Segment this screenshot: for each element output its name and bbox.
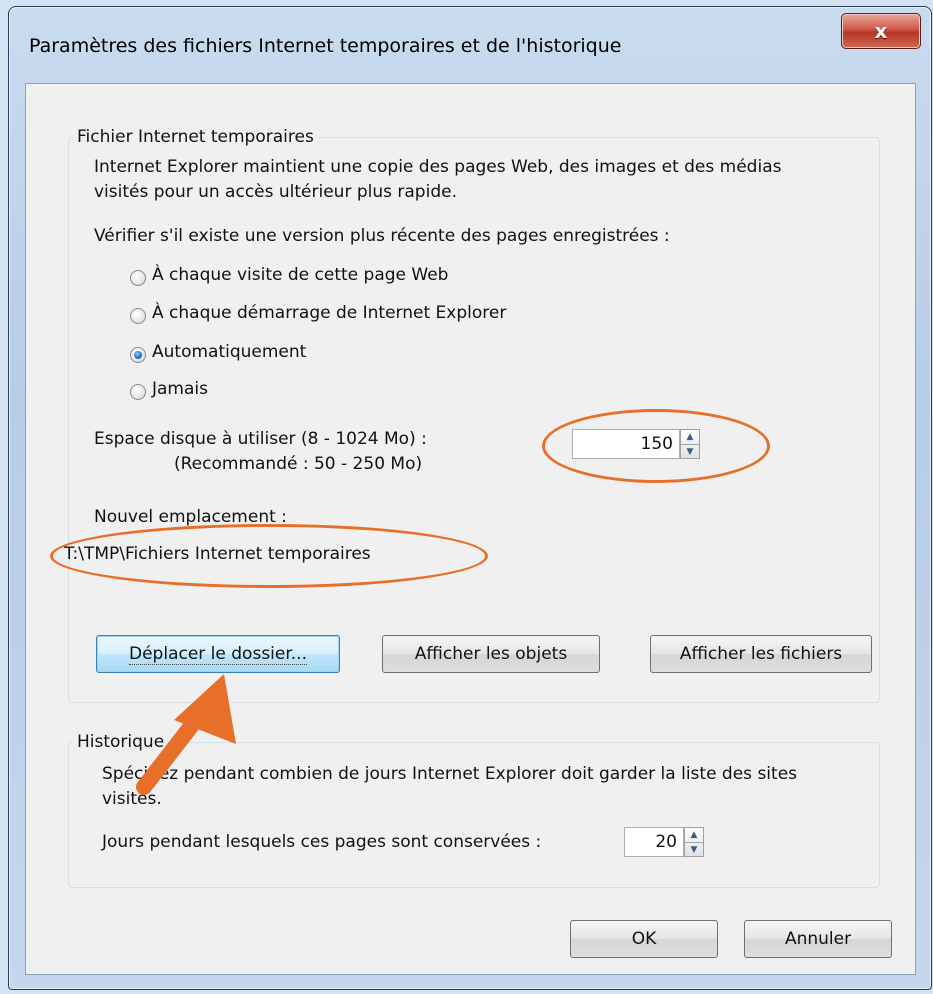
view-files-button[interactable]: Afficher les fichiers — [650, 635, 872, 673]
title-bar[interactable]: Paramètres des fichiers Internet tempora… — [9, 7, 931, 87]
move-folder-button[interactable]: Déplacer le dossier... — [96, 635, 340, 673]
cancel-label: Annuler — [784, 929, 852, 949]
history-days-value: 20 — [655, 832, 677, 852]
disk-space-label: Espace disque à utiliser (8 - 1024 Mo) : — [94, 429, 427, 449]
temp-files-group: Fichier Internet temporaires — [68, 127, 880, 703]
radio-each-start[interactable] — [130, 308, 146, 324]
radio-automatic-label[interactable]: Automatiquement — [152, 342, 306, 362]
history-days-spinner[interactable]: ▲ ▼ — [684, 827, 704, 857]
move-folder-label: Déplacer le dossier... — [129, 643, 307, 665]
radio-never[interactable] — [130, 384, 146, 400]
spin-down-icon[interactable]: ▼ — [685, 842, 703, 856]
spin-up-icon[interactable]: ▲ — [685, 828, 703, 842]
radio-each-start-label[interactable]: À chaque démarrage de Internet Explorer — [152, 303, 506, 323]
cancel-button[interactable]: Annuler — [744, 920, 892, 958]
location-annotation-ring — [50, 524, 488, 588]
close-button[interactable]: x — [841, 13, 921, 49]
dialog-client-area: Fichier Internet temporaires Internet Ex… — [25, 83, 916, 975]
temp-files-legend: Fichier Internet temporaires — [77, 127, 314, 147]
history-days-label: Jours pendant lesquels ces pages sont co… — [102, 832, 542, 852]
view-objects-button[interactable]: Afficher les objets — [382, 635, 600, 673]
check-version-label: Vérifier s'il existe une version plus ré… — [94, 226, 670, 246]
radio-never-label[interactable]: Jamais — [152, 379, 208, 399]
radio-each-visit-label[interactable]: À chaque visite de cette page Web — [152, 265, 448, 285]
ok-button[interactable]: OK — [570, 920, 718, 958]
temp-files-description-line2: visités pour un accès ultérieur plus rap… — [94, 182, 457, 202]
close-icon: x — [874, 19, 888, 43]
view-objects-label: Afficher les objets — [414, 644, 568, 664]
radio-each-visit[interactable] — [130, 270, 146, 286]
window-title: Paramètres des fichiers Internet tempora… — [29, 35, 622, 57]
disk-space-annotation-ring — [542, 409, 770, 483]
view-files-label: Afficher les fichiers — [679, 644, 843, 664]
history-days-input[interactable]: 20 — [624, 827, 684, 857]
annotation-arrow-icon — [136, 674, 236, 795]
temp-files-description-line1: Internet Explorer maintient une copie de… — [94, 157, 782, 177]
radio-automatic[interactable] — [130, 347, 146, 363]
ok-label: OK — [631, 929, 657, 949]
disk-space-recommended: (Recommandé : 50 - 250 Mo) — [174, 454, 423, 474]
dialog-window: Paramètres des fichiers Internet tempora… — [8, 6, 932, 990]
